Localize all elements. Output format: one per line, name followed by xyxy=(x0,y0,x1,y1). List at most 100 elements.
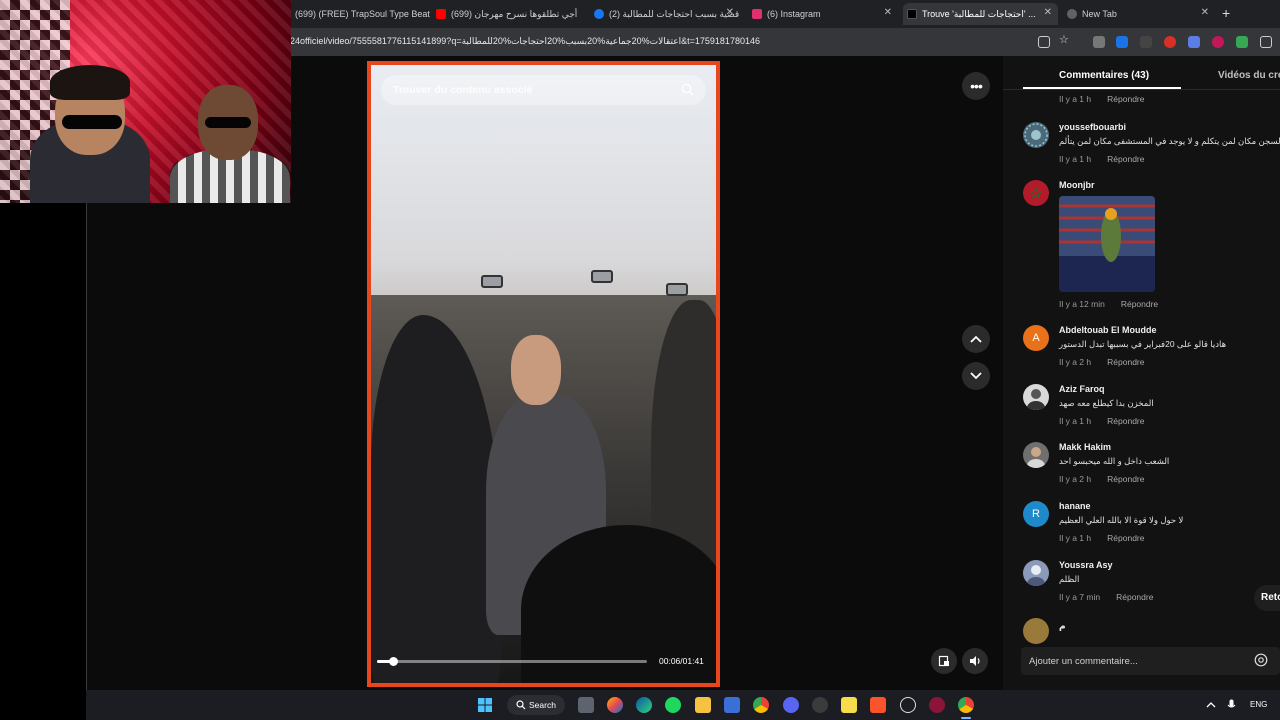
bookmark-star-icon[interactable]: ☆ xyxy=(1059,33,1071,46)
reply-button[interactable]: Répondre xyxy=(1107,154,1144,164)
install-app-icon[interactable] xyxy=(1038,36,1050,48)
microphone-icon[interactable] xyxy=(1227,699,1236,711)
reply-button[interactable]: Répondre xyxy=(1107,533,1144,543)
tab-comments[interactable]: Commentaires (43) xyxy=(1059,70,1149,81)
avatar[interactable] xyxy=(1023,384,1049,410)
reply-button[interactable]: Répondre xyxy=(1107,357,1144,367)
extensions-puzzle-icon[interactable] xyxy=(1260,36,1272,48)
comment-username[interactable]: Moonjbr xyxy=(1059,180,1095,190)
sticky-notes-icon[interactable] xyxy=(841,697,857,713)
video-progress-bar[interactable] xyxy=(377,657,647,666)
globe-icon xyxy=(1067,9,1077,19)
comment-username[interactable]: youssefbouarbi xyxy=(1059,122,1126,132)
mention-icon[interactable] xyxy=(1254,653,1268,667)
previous-video-button[interactable] xyxy=(962,325,990,353)
url-field[interactable]: 24officiel/video/7555581776115141899?q=ا… xyxy=(290,36,760,47)
extension-icon[interactable] xyxy=(1093,36,1105,48)
extension-icon[interactable] xyxy=(1116,36,1128,48)
edge-icon[interactable] xyxy=(636,697,652,713)
comment-username[interactable]: Youssra Asy xyxy=(1059,560,1113,570)
search-icon[interactable] xyxy=(681,83,694,96)
tab-label: (6) Instagram xyxy=(767,9,821,19)
comment-time: Il y a 12 min xyxy=(1059,299,1105,309)
tab-facebook[interactable]: (2) قضية بسبب احتجاجات للمطالبة ✕ xyxy=(590,3,740,25)
sunglasses-icon xyxy=(62,115,122,129)
comment-username[interactable]: Aziz Faroq xyxy=(1059,384,1105,394)
avatar[interactable]: R xyxy=(1023,501,1049,527)
comment-placeholder: Ajouter un commentaire... xyxy=(1029,656,1138,667)
reply-button[interactable]: Répondre xyxy=(1107,416,1144,426)
extension-icon[interactable] xyxy=(1164,36,1176,48)
comment-username[interactable]: Abdeltouab El Moudde xyxy=(1059,325,1157,335)
mini-player-button[interactable] xyxy=(931,648,957,674)
divider xyxy=(1003,89,1280,90)
reply-button[interactable]: Répondre xyxy=(1107,94,1144,104)
new-tab-button[interactable]: + xyxy=(1222,5,1230,21)
tab-creator-videos[interactable]: Vidéos du créateur xyxy=(1218,70,1280,81)
avatar[interactable] xyxy=(1023,618,1049,644)
close-icon[interactable]: ✕ xyxy=(726,7,734,18)
comment-text: الشعب داخل و الله ميحبسو احد xyxy=(1059,456,1170,466)
extension-icon[interactable] xyxy=(1212,36,1224,48)
chrome-icon[interactable] xyxy=(753,697,769,713)
avatar[interactable] xyxy=(1023,560,1049,586)
retour-button[interactable]: Retour xyxy=(1254,585,1280,611)
task-view-icon[interactable] xyxy=(578,697,594,713)
extension-icon[interactable] xyxy=(1188,36,1200,48)
more-options-button[interactable]: ••• xyxy=(962,72,990,100)
close-icon[interactable]: ✕ xyxy=(1044,7,1052,18)
close-icon[interactable]: ✕ xyxy=(884,7,892,18)
video-scene-figure xyxy=(511,335,561,405)
avatar[interactable]: A xyxy=(1023,325,1049,351)
tab-instagram[interactable]: (6) Instagram ✕ xyxy=(748,3,898,25)
opera-icon[interactable] xyxy=(929,697,945,713)
obs-icon[interactable] xyxy=(812,697,828,713)
chevron-up-icon[interactable] xyxy=(1206,701,1216,709)
next-video-button[interactable] xyxy=(962,362,990,390)
taskbar-search[interactable]: Search xyxy=(507,695,565,715)
tab-tiktok-active[interactable]: Trouve 'احتجاجات للمطالبة' ... ✕ xyxy=(903,3,1058,25)
copilot-icon[interactable] xyxy=(607,697,623,713)
reply-button[interactable]: Répondre xyxy=(1121,299,1158,309)
avatar[interactable] xyxy=(1023,122,1049,148)
chatgpt-icon[interactable] xyxy=(900,697,916,713)
comment-username[interactable]: hanane xyxy=(1059,501,1091,511)
chrome-active-icon[interactable] xyxy=(958,697,974,713)
video-scene-phone xyxy=(481,275,503,288)
avatar[interactable] xyxy=(1023,180,1049,206)
comment-meta: Il y a 12 min Répondre xyxy=(1059,299,1158,309)
comment-input[interactable]: Ajouter un commentaire... xyxy=(1021,647,1280,675)
tab-label: (699) (FREE) TrapSoul Type Beat xyxy=(295,9,430,19)
windows-start-icon[interactable] xyxy=(477,697,493,713)
tab-youtube-mahrajan[interactable]: (699) أجي تطلقوها نسرح مهرجان xyxy=(432,3,587,25)
tab-label: New Tab xyxy=(1082,9,1117,19)
comment-time: Il y a 2 h xyxy=(1059,474,1092,484)
pattern-avatar-icon xyxy=(1024,123,1048,147)
extension-icon[interactable] xyxy=(1140,36,1152,48)
extension-icon[interactable] xyxy=(1236,36,1248,48)
tab-new-tab[interactable]: New Tab ✕ xyxy=(1063,3,1215,25)
taskbar-left-black xyxy=(0,690,86,720)
comment-image[interactable] xyxy=(1059,196,1155,292)
tab-trapsoul[interactable]: (699) (FREE) TrapSoul Type Beat xyxy=(291,3,431,25)
volume-button[interactable] xyxy=(962,648,988,674)
avatar[interactable] xyxy=(1023,442,1049,468)
reply-button[interactable]: Répondre xyxy=(1116,592,1153,602)
comment-time: Il y a 1 h xyxy=(1059,94,1092,104)
brave-icon[interactable] xyxy=(870,697,886,713)
related-content-search[interactable]: Trouver du contenu associé xyxy=(381,75,706,105)
close-icon[interactable]: ✕ xyxy=(1201,7,1209,18)
video-player[interactable]: Trouver du contenu associé 00:06/01:41 xyxy=(367,61,720,687)
spotify-icon[interactable] xyxy=(665,697,681,713)
reply-button[interactable]: Répondre xyxy=(1107,474,1144,484)
comment-username[interactable]: Makk Hakim xyxy=(1059,442,1111,452)
comment-text: في السجن مكان لمن يتكلم و لا يوجد في الم… xyxy=(1059,136,1280,146)
store-icon[interactable] xyxy=(724,697,740,713)
comment-username[interactable]: م xyxy=(1059,621,1066,632)
discord-icon[interactable] xyxy=(783,697,799,713)
file-explorer-icon[interactable] xyxy=(695,697,711,713)
video-scene-phone xyxy=(666,283,688,296)
left-empty-area xyxy=(0,203,86,690)
active-app-indicator xyxy=(961,717,971,719)
language-indicator[interactable]: ENG xyxy=(1250,700,1267,709)
